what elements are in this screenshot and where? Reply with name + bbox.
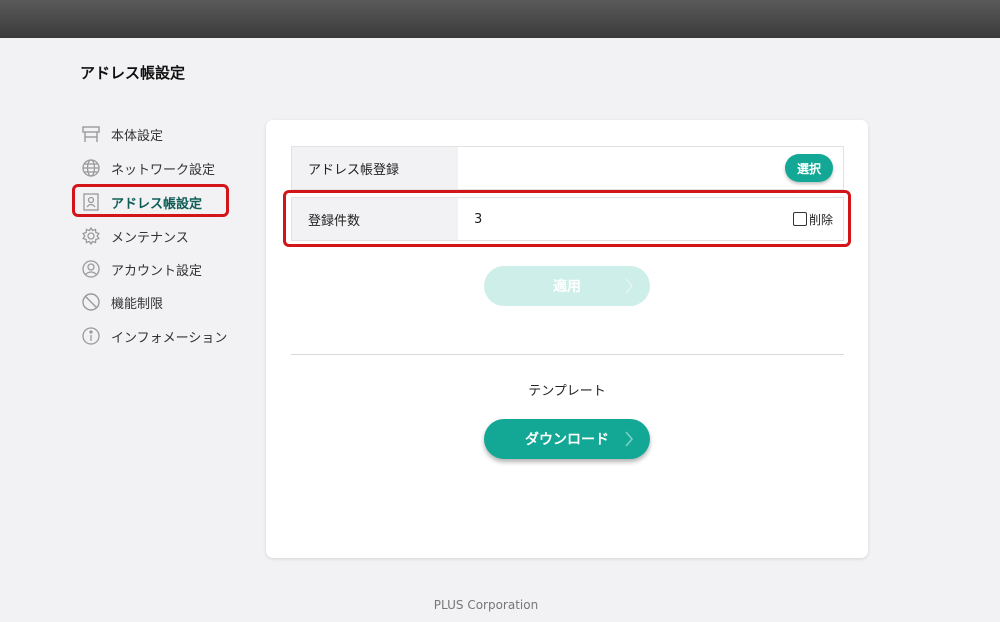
sidebar-item-label: ネットワーク設定 (111, 162, 216, 178)
select-file-button[interactable]: 選択 (785, 154, 833, 182)
download-button-label: ダウンロード (525, 432, 609, 448)
settings-panel: アドレス帳登録 選択 登録件数 3 削除 適用 テンプレート ダウンロード (266, 120, 868, 558)
page-title: アドレス帳設定 (80, 64, 186, 82)
download-button[interactable]: ダウンロード (484, 419, 650, 459)
footer-copyright: PLUS Corporation (433, 598, 539, 612)
section-divider (291, 354, 844, 355)
template-label: テンプレート (528, 384, 606, 399)
sidebar-item-label: アカウント設定 (111, 263, 203, 279)
address-book-register-label: アドレス帳登録 (292, 147, 458, 189)
sidebar-item-label: インフォメーション (111, 330, 228, 346)
sidebar-highlight-frame (72, 184, 229, 217)
sidebar-item-network-settings[interactable]: ネットワーク設定 (80, 154, 215, 182)
sidebar-item-function-restriction[interactable]: 機能制限 (80, 288, 163, 316)
apply-button-label: 適用 (553, 279, 581, 295)
sidebar-item-label: 本体設定 (111, 128, 164, 144)
count-row-highlight-frame (283, 190, 851, 247)
sidebar-item-label: 機能制限 (111, 296, 164, 312)
info-icon (80, 325, 102, 347)
gear-icon (80, 225, 102, 247)
user-circle-icon (80, 258, 102, 280)
address-book-register-value: 選択 (458, 147, 843, 189)
top-bar (0, 0, 1000, 38)
globe-icon (80, 157, 102, 179)
sidebar-item-account-settings[interactable]: アカウント設定 (80, 255, 202, 283)
address-book-register-row: アドレス帳登録 選択 (291, 146, 844, 190)
sidebar-item-label: メンテナンス (111, 230, 189, 246)
chevron-right-icon (624, 277, 634, 299)
printer-stand-icon (80, 123, 102, 145)
apply-button[interactable]: 適用 (484, 266, 650, 306)
sidebar-item-device-settings[interactable]: 本体設定 (80, 120, 163, 148)
chevron-right-icon (624, 430, 634, 452)
prohibited-icon (80, 291, 102, 313)
sidebar-item-maintenance[interactable]: メンテナンス (80, 222, 189, 250)
sidebar-item-information[interactable]: インフォメーション (80, 322, 227, 350)
